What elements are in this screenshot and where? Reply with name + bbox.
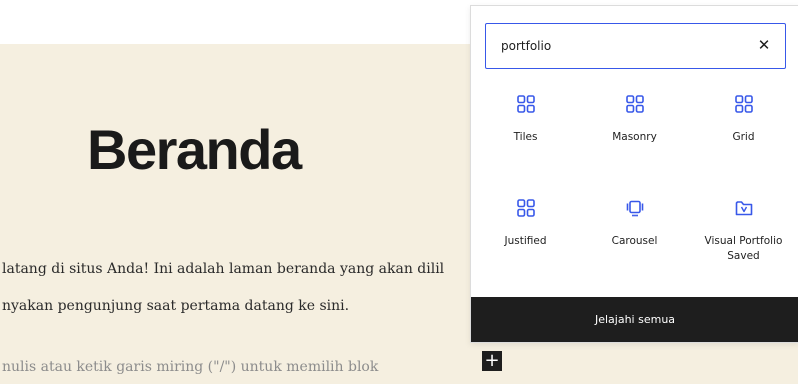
block-item-tiles[interactable]: Tiles [471,92,580,145]
grid-layout-icon [514,92,538,116]
block-item-visual-portfolio-saved[interactable]: Visual Portfolio Saved [689,196,798,263]
block-label: Tiles [513,131,538,143]
block-item-justified[interactable]: Justified [471,196,580,249]
grid-layout-icon [514,196,538,220]
search-input[interactable] [486,24,736,67]
block-item-masonry[interactable]: Masonry [580,92,689,145]
block-item-carousel[interactable]: Carousel [580,196,689,249]
block-item-grid[interactable]: Grid [689,92,798,145]
plus-icon: + [484,350,500,371]
add-block-button[interactable]: + [482,351,502,371]
block-label: Carousel [611,235,658,247]
block-label: Justified [504,235,547,247]
paragraph-block[interactable]: nyakan pengunjung saat pertama datang ke… [2,298,349,314]
grid-layout-icon [732,92,756,116]
block-label: Visual Portfolio Saved [704,235,783,262]
saved-folder-icon [732,196,756,220]
close-icon[interactable]: ✕ [753,34,775,56]
grid-layout-icon [623,92,647,116]
paragraph-block[interactable]: latang di situs Anda! Ini adalah laman b… [2,261,444,277]
block-placeholder[interactable]: nulis atau ketik garis miring ("/") untu… [2,359,378,375]
block-label: Grid [732,131,755,143]
page-title[interactable]: Beranda [87,122,302,178]
block-label: Masonry [612,131,657,143]
carousel-icon [623,196,647,220]
block-inserter-popover: ✕ Tiles Masonry Grid Justified [470,5,798,343]
search-field: ✕ [485,23,786,69]
browse-all-button[interactable]: Jelajahi semua [471,297,798,342]
